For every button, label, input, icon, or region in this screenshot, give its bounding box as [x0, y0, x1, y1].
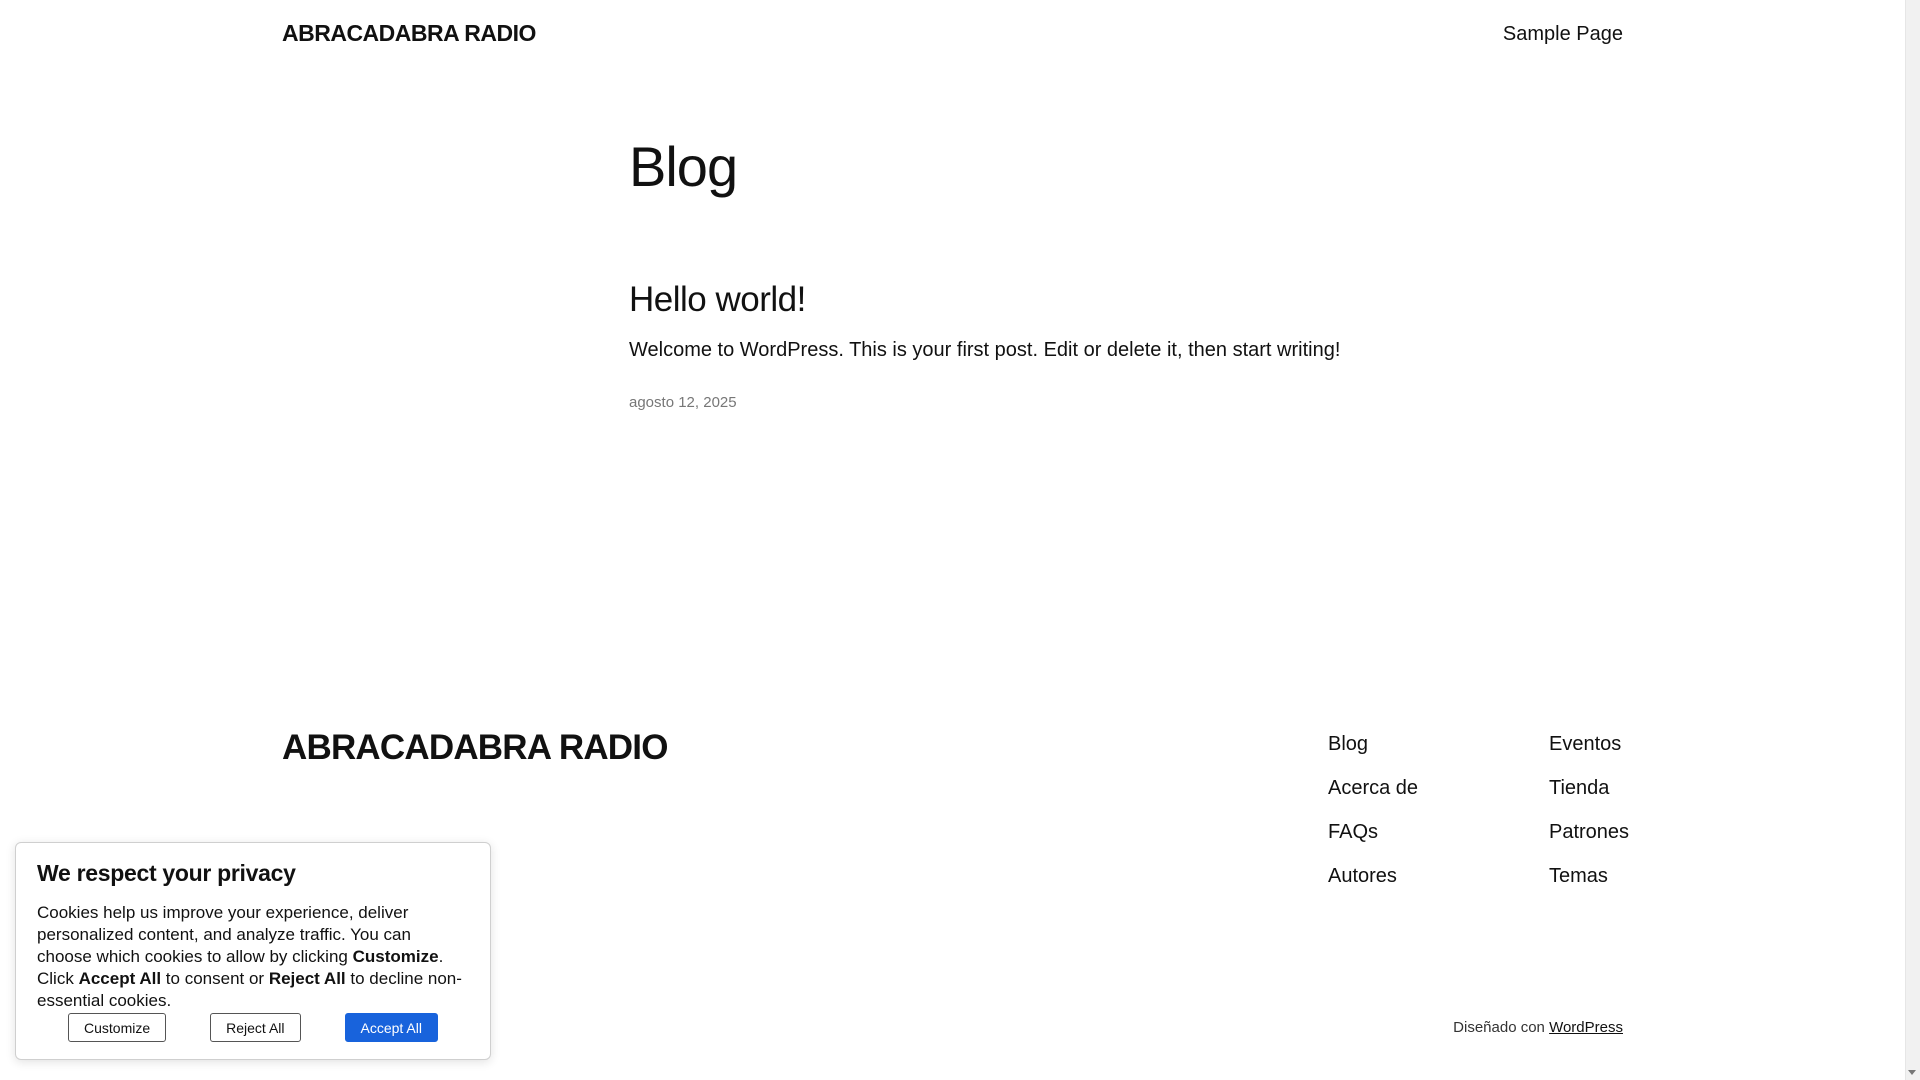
footer-link-tienda[interactable]: Tienda: [1549, 775, 1629, 819]
post-title-link[interactable]: Hello world!: [629, 280, 806, 320]
footer-link-temas[interactable]: Temas: [1549, 863, 1629, 907]
cookie-banner-title: We respect your privacy: [37, 860, 296, 886]
page: ABRACADABRA RADIO Sample Page Blog Hello…: [0, 0, 1920, 1080]
cookie-banner-actions: Customize Reject All Accept All: [16, 1013, 490, 1042]
cookie-consent-banner: We respect your privacy Cookies help us …: [15, 842, 491, 1060]
footer-link-blog[interactable]: Blog: [1328, 731, 1418, 775]
cookie-text-customize: Customize: [352, 947, 439, 966]
post-date[interactable]: agosto 12, 2025: [629, 394, 737, 411]
customize-button[interactable]: Customize: [68, 1013, 167, 1042]
scroll-down-arrow-icon[interactable]: [1908, 1070, 1916, 1075]
wordpress-link[interactable]: WordPress: [1549, 1019, 1623, 1036]
footer-credit: Diseñado con WordPress: [1453, 1019, 1623, 1036]
nav-link-sample-page[interactable]: Sample Page: [1503, 23, 1623, 46]
footer-link-faqs[interactable]: FAQs: [1328, 819, 1418, 863]
site-title[interactable]: ABRACADABRA RADIO: [282, 20, 536, 47]
page-title: Blog: [629, 135, 738, 198]
cookie-text-accept-all: Accept All: [78, 969, 162, 988]
cookie-text-part-3: to consent or: [161, 969, 269, 988]
credit-prefix: Diseñado con: [1453, 1019, 1545, 1036]
footer-link-autores[interactable]: Autores: [1328, 863, 1418, 907]
footer-link-patrones[interactable]: Patrones: [1549, 819, 1629, 863]
footer-site-title[interactable]: ABRACADABRA RADIO: [282, 728, 668, 768]
post-excerpt: Welcome to WordPress. This is your first…: [629, 339, 1341, 361]
footer-link-eventos[interactable]: Eventos: [1549, 731, 1629, 775]
footer-link-acerca-de[interactable]: Acerca de: [1328, 775, 1418, 819]
reject-all-button[interactable]: Reject All: [210, 1013, 301, 1042]
footer-nav-column-1: Blog Acerca de FAQs Autores: [1328, 731, 1418, 907]
cookie-banner-text: Cookies help us improve your experience,…: [37, 902, 469, 1012]
accept-all-button[interactable]: Accept All: [344, 1013, 438, 1042]
cookie-text-reject-all: Reject All: [268, 969, 346, 988]
vertical-scrollbar[interactable]: [1905, 0, 1920, 1080]
footer-nav-column-2: Eventos Tienda Patrones Temas: [1549, 731, 1629, 907]
